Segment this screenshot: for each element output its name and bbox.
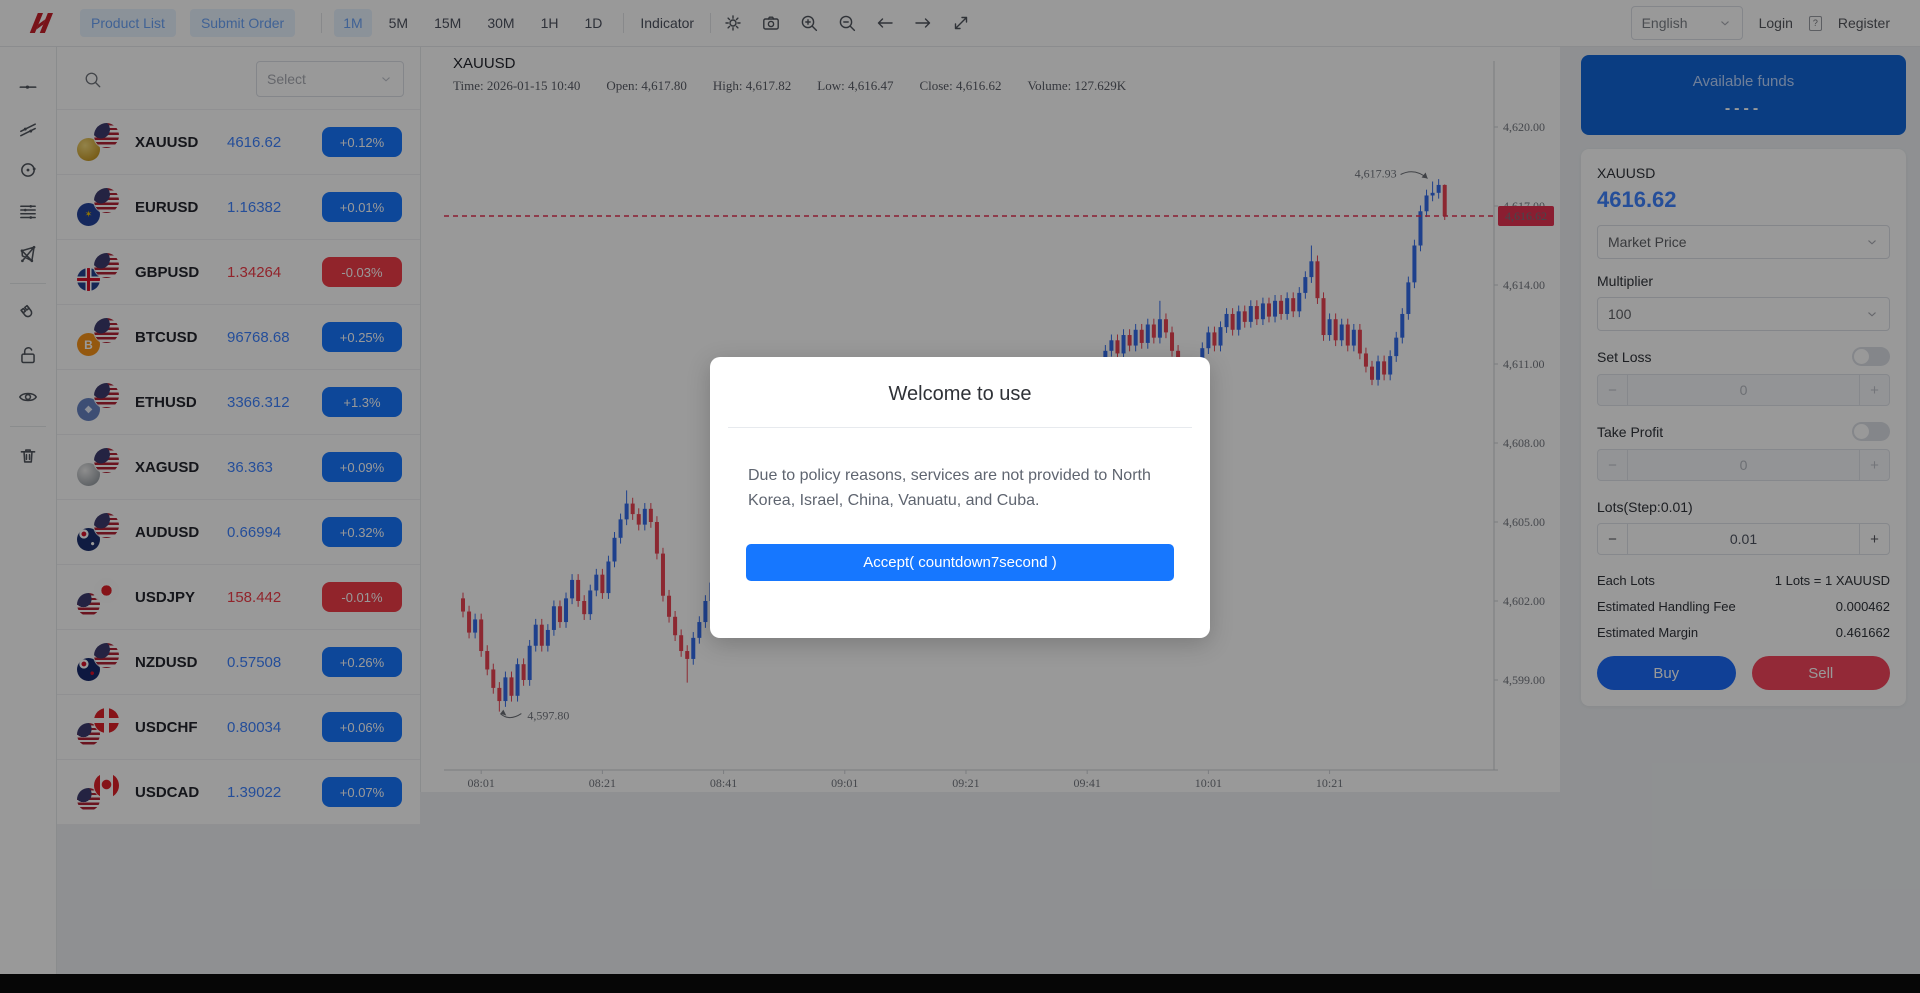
accept-button[interactable]: Accept( countdown7second ): [746, 544, 1174, 581]
modal-title: Welcome to use: [710, 357, 1210, 406]
welcome-modal: Welcome to use Due to policy reasons, se…: [710, 357, 1210, 638]
modal-body-text: Due to policy reasons, services are not …: [710, 428, 1210, 514]
